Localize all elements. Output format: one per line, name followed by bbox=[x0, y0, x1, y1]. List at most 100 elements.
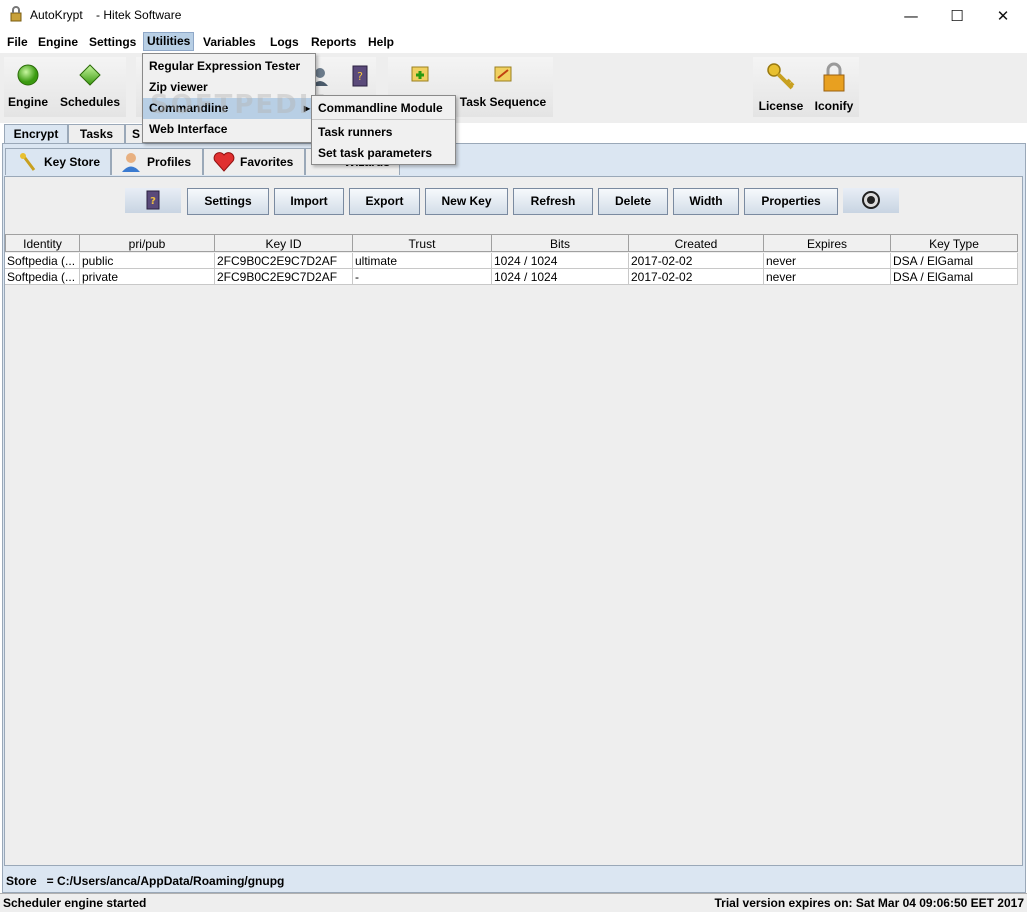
tab-favorites-label: Favorites bbox=[240, 155, 294, 169]
menu-help[interactable]: Help bbox=[365, 34, 397, 50]
submenu-arrow-icon: ▶ bbox=[303, 104, 310, 113]
store-path: Store = C:/Users/anca/AppData/Roaming/gn… bbox=[6, 874, 285, 888]
key-icon bbox=[767, 63, 795, 90]
engine-button[interactable]: Engine bbox=[4, 63, 52, 109]
license-label: License bbox=[758, 99, 804, 113]
column-header-expires[interactable]: Expires bbox=[764, 234, 891, 252]
menu-logs[interactable]: Logs bbox=[267, 34, 302, 50]
menu-item-regular-expression-tester[interactable]: Regular Expression Tester bbox=[143, 56, 315, 77]
table-cell-bits[interactable]: 1024 / 1024 bbox=[492, 269, 629, 285]
delete-button[interactable]: Delete bbox=[598, 188, 668, 215]
menu-reports[interactable]: Reports bbox=[308, 34, 359, 50]
status-right: Trial version expires on: Sat Mar 04 09:… bbox=[714, 896, 1025, 910]
table-cell-expires[interactable]: never bbox=[764, 253, 891, 269]
task-sequence-scroll-icon bbox=[494, 66, 512, 82]
column-header-identity[interactable]: Identity bbox=[5, 234, 80, 252]
table-cell-pri-pub[interactable]: public bbox=[80, 253, 215, 269]
menu-item-commandline[interactable]: Commandline ▶ bbox=[143, 98, 315, 119]
task-sequence-button[interactable]: Task Sequence bbox=[456, 63, 550, 109]
table-cell-key-type[interactable]: DSA / ElGamal bbox=[891, 253, 1018, 269]
column-header-pri-pub[interactable]: pri/pub bbox=[80, 234, 215, 252]
menu-item-task-runners[interactable]: Task runners bbox=[312, 122, 455, 143]
license-button[interactable]: License bbox=[756, 61, 806, 113]
menu-item-set-task-parameters[interactable]: Set task parameters bbox=[312, 143, 455, 164]
menu-item-zip-viewer[interactable]: Zip viewer bbox=[143, 77, 315, 98]
engine-icon bbox=[17, 64, 39, 86]
keys-table: Identity pri/pub Key ID Trust Bits Creat… bbox=[5, 234, 1018, 286]
help-action-button[interactable]: ? bbox=[125, 188, 181, 213]
column-header-trust[interactable]: Trust bbox=[353, 234, 492, 252]
menu-item-commandline-module[interactable]: Commandline Module bbox=[312, 98, 455, 120]
table-cell-identity[interactable]: Softpedia (... bbox=[5, 253, 80, 269]
tab-profiles-label: Profiles bbox=[147, 155, 192, 169]
engine-label: Engine bbox=[7, 95, 48, 109]
record-action-button[interactable] bbox=[843, 188, 899, 213]
key-store-icon bbox=[20, 153, 36, 171]
menu-item-web-interface[interactable]: Web Interface bbox=[143, 119, 315, 140]
maximize-icon: ☐ bbox=[950, 6, 964, 25]
tab-tasks[interactable]: Tasks bbox=[68, 124, 125, 145]
menu-bar: File Engine Settings Utilities Variables… bbox=[0, 31, 1027, 53]
status-bar: Scheduler engine started Trial version e… bbox=[0, 893, 1027, 912]
table-cell-key-type[interactable]: DSA / ElGamal bbox=[891, 269, 1018, 285]
schedules-diamond-icon bbox=[79, 64, 101, 86]
table-cell-expires[interactable]: never bbox=[764, 269, 891, 285]
menu-utilities[interactable]: Utilities bbox=[143, 32, 195, 51]
column-header-created[interactable]: Created bbox=[629, 234, 764, 252]
help-book-icon: ? bbox=[146, 190, 160, 210]
column-header-bits[interactable]: Bits bbox=[492, 234, 629, 252]
tab-key-store[interactable]: Key Store bbox=[5, 148, 111, 175]
menu-variables[interactable]: Variables bbox=[200, 34, 259, 50]
column-header-key-id[interactable]: Key ID bbox=[215, 234, 353, 252]
width-button[interactable]: Width bbox=[673, 188, 739, 215]
menu-engine[interactable]: Engine bbox=[35, 34, 81, 50]
close-button[interactable]: ✕ bbox=[980, 0, 1026, 31]
menu-settings[interactable]: Settings bbox=[86, 34, 139, 50]
title-bar: AutoKrypt - Hitek Software — ☐ ✕ bbox=[0, 0, 1027, 31]
iconify-label: Iconify bbox=[814, 99, 854, 113]
status-left: Scheduler engine started bbox=[3, 896, 147, 910]
table-cell-trust[interactable]: ultimate bbox=[353, 253, 492, 269]
help-book-icon[interactable]: ? bbox=[350, 65, 370, 87]
table-cell-key-id[interactable]: 2FC9B0C2E9C7D2AF bbox=[215, 269, 353, 285]
new-key-button[interactable]: New Key bbox=[425, 188, 508, 215]
refresh-button[interactable]: Refresh bbox=[513, 188, 593, 215]
task-sequence-label: Task Sequence bbox=[459, 95, 547, 109]
action-bar: ? Settings Import Export New Key Refresh… bbox=[123, 185, 903, 218]
properties-button[interactable]: Properties bbox=[744, 188, 838, 215]
window-title: AutoKrypt - Hitek Software bbox=[30, 8, 182, 22]
iconify-button[interactable]: Iconify bbox=[810, 61, 858, 113]
export-button[interactable]: Export bbox=[349, 188, 420, 215]
table-cell-pri-pub[interactable]: private bbox=[80, 269, 215, 285]
settings-button[interactable]: Settings bbox=[187, 188, 269, 215]
table-cell-created[interactable]: 2017-02-02 bbox=[629, 253, 764, 269]
tab-favorites[interactable]: Favorites bbox=[203, 148, 305, 175]
padlock-icon bbox=[823, 62, 845, 92]
menu-item-commandline-label: Commandline bbox=[149, 101, 229, 115]
tab-encrypt[interactable]: Encrypt bbox=[4, 124, 68, 145]
utilities-menu: Regular Expression Tester Zip viewer Com… bbox=[142, 53, 316, 143]
menu-file[interactable]: File bbox=[4, 34, 31, 50]
heart-icon bbox=[213, 152, 235, 172]
svg-text:?: ? bbox=[150, 196, 156, 207]
app-lock-icon bbox=[10, 6, 22, 22]
column-header-key-type[interactable]: Key Type bbox=[891, 234, 1018, 252]
commandline-submenu: Commandline Module Task runners Set task… bbox=[311, 95, 456, 165]
schedules-label: Schedules bbox=[59, 95, 121, 109]
tab-profiles[interactable]: Profiles bbox=[111, 148, 203, 175]
minimize-button[interactable]: — bbox=[888, 0, 934, 31]
table-cell-trust[interactable]: - bbox=[353, 269, 492, 285]
tab-key-store-label: Key Store bbox=[44, 155, 101, 169]
table-cell-created[interactable]: 2017-02-02 bbox=[629, 269, 764, 285]
minimize-icon: — bbox=[903, 6, 919, 25]
table-cell-bits[interactable]: 1024 / 1024 bbox=[492, 253, 629, 269]
svg-text:?: ? bbox=[357, 70, 363, 83]
schedules-button[interactable]: Schedules bbox=[56, 63, 124, 109]
table-cell-identity[interactable]: Softpedia (... bbox=[5, 269, 80, 285]
close-icon: ✕ bbox=[996, 6, 1010, 25]
record-icon bbox=[862, 191, 880, 209]
add-scroll-icon bbox=[411, 66, 429, 82]
import-button[interactable]: Import bbox=[274, 188, 344, 215]
table-cell-key-id[interactable]: 2FC9B0C2E9C7D2AF bbox=[215, 253, 353, 269]
maximize-button[interactable]: ☐ bbox=[934, 0, 980, 31]
